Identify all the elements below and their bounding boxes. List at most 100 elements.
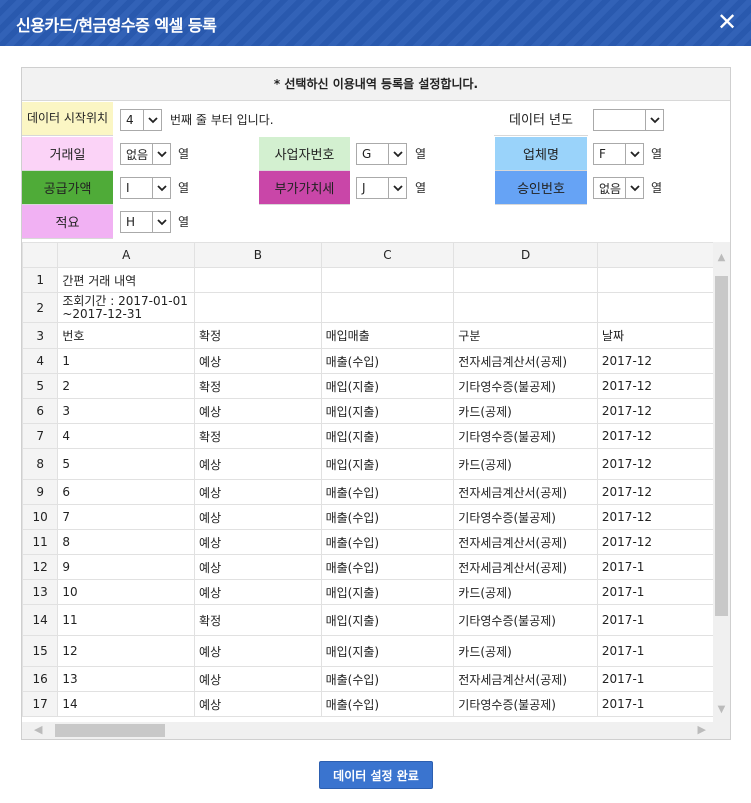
table-cell[interactable]: 카드(공제) (453, 579, 598, 605)
table-cell[interactable]: 7 (57, 504, 196, 530)
table-cell[interactable]: 예상 (194, 479, 322, 505)
row-number[interactable]: 7 (22, 423, 59, 449)
table-cell[interactable] (596, 292, 730, 323)
table-cell[interactable]: 매입(지출) (320, 423, 455, 449)
year-select[interactable] (593, 109, 664, 131)
table-cell[interactable]: 매입(지출) (320, 579, 455, 605)
table-cell[interactable]: 예상 (194, 579, 322, 605)
table-cell[interactable]: 매입(지출) (320, 635, 455, 667)
table-cell[interactable]: 전자세금계산서(공제) (453, 479, 598, 505)
vertical-scrollbar[interactable]: ▲ ▼ (713, 242, 730, 722)
table-cell[interactable]: 예상 (194, 448, 322, 480)
field-select-vendor[interactable]: F (593, 143, 644, 165)
table-cell[interactable]: 전자세금계산서(공제) (453, 529, 598, 555)
table-cell[interactable]: 2017-12 (596, 423, 730, 449)
row-number[interactable]: 13 (22, 579, 59, 605)
table-cell[interactable]: 매입(지출) (320, 448, 455, 480)
scroll-thumb[interactable] (715, 276, 728, 616)
table-cell[interactable]: 예상 (194, 635, 322, 667)
table-cell[interactable] (596, 267, 730, 293)
table-cell[interactable]: 2017-1 (596, 666, 730, 692)
table-cell[interactable] (320, 292, 455, 323)
table-cell[interactable]: 2017-12 (596, 373, 730, 399)
scroll-thumb[interactable] (55, 724, 165, 737)
table-cell[interactable]: 전자세금계산서(공제) (453, 348, 598, 374)
row-number[interactable]: 10 (22, 504, 59, 530)
table-cell[interactable]: 매출(수입) (320, 479, 455, 505)
row-number[interactable]: 9 (22, 479, 59, 505)
table-cell[interactable]: 10 (57, 579, 196, 605)
table-cell[interactable]: 6 (57, 479, 196, 505)
column-header[interactable]: C (320, 242, 455, 268)
table-cell[interactable]: 기타영수증(불공제) (453, 604, 598, 636)
table-cell[interactable]: 매출(수입) (320, 504, 455, 530)
table-cell[interactable]: 2017-12 (596, 529, 730, 555)
table-cell[interactable]: 2017-12 (596, 504, 730, 530)
table-cell[interactable]: 날짜 (596, 322, 730, 349)
table-cell[interactable] (194, 292, 322, 323)
table-cell[interactable]: 확정 (194, 604, 322, 636)
table-cell[interactable]: 예상 (194, 504, 322, 530)
row-number[interactable]: 8 (22, 448, 59, 480)
table-cell[interactable]: 13 (57, 666, 196, 692)
table-cell[interactable]: 8 (57, 529, 196, 555)
table-cell[interactable]: 매출(수입) (320, 529, 455, 555)
table-cell[interactable] (320, 267, 455, 293)
table-cell[interactable]: 2017-12 (596, 348, 730, 374)
done-button[interactable]: 데이터 설정 완료 (319, 761, 433, 789)
table-cell[interactable]: 조회기간 : 2017-01-01 ~2017-12-31 (57, 292, 196, 323)
table-cell[interactable]: 예상 (194, 666, 322, 692)
table-cell[interactable]: 2017-12 (596, 479, 730, 505)
close-icon[interactable]: ✕ (715, 9, 739, 35)
column-header[interactable] (596, 242, 730, 268)
field-select-memo[interactable]: H (120, 211, 171, 233)
table-cell[interactable]: 예상 (194, 554, 322, 580)
table-cell[interactable]: 카드(공제) (453, 635, 598, 667)
table-cell[interactable]: 확정 (194, 322, 322, 349)
column-header[interactable]: D (453, 242, 598, 268)
field-select-date[interactable]: 없음 (120, 143, 171, 165)
table-cell[interactable]: 2017-1 (596, 604, 730, 636)
start-row-select[interactable]: 4 (120, 109, 162, 131)
table-cell[interactable]: 3 (57, 398, 196, 424)
table-cell[interactable]: 9 (57, 554, 196, 580)
table-cell[interactable]: 2017-1 (596, 635, 730, 667)
table-cell[interactable]: 기타영수증(불공제) (453, 504, 598, 530)
row-number[interactable]: 11 (22, 529, 59, 555)
table-cell[interactable]: 11 (57, 604, 196, 636)
table-cell[interactable]: 2017-1 (596, 691, 730, 717)
table-cell[interactable]: 14 (57, 691, 196, 717)
table-cell[interactable]: 매출(수입) (320, 348, 455, 374)
horizontal-scrollbar[interactable]: ◀ ▶ (22, 722, 730, 739)
row-number[interactable]: 12 (22, 554, 59, 580)
table-cell[interactable]: 매출(수입) (320, 691, 455, 717)
field-select-bizno[interactable]: G (356, 143, 407, 165)
field-select-approval[interactable]: 없음 (593, 177, 644, 199)
row-number[interactable]: 5 (22, 373, 59, 399)
field-select-supply[interactable]: I (120, 177, 171, 199)
table-cell[interactable]: 간편 거래 내역 (57, 267, 196, 293)
table-cell[interactable]: 매입매출 (320, 322, 455, 349)
column-header[interactable]: B (194, 242, 322, 268)
table-cell[interactable]: 기타영수증(불공제) (453, 691, 598, 717)
table-cell[interactable] (453, 292, 598, 323)
column-header[interactable]: A (57, 242, 196, 268)
row-number[interactable]: 1 (22, 267, 59, 293)
table-cell[interactable]: 확정 (194, 373, 322, 399)
table-cell[interactable]: 매출(수입) (320, 554, 455, 580)
table-cell[interactable]: 예상 (194, 348, 322, 374)
table-cell[interactable]: 매입(지출) (320, 398, 455, 424)
row-number[interactable]: 2 (22, 292, 59, 323)
chevron-down-icon[interactable]: ▼ (713, 704, 730, 718)
table-cell[interactable]: 예상 (194, 529, 322, 555)
table-cell[interactable]: 매출(수입) (320, 666, 455, 692)
table-cell[interactable]: 전자세금계산서(공제) (453, 554, 598, 580)
table-cell[interactable]: 1 (57, 348, 196, 374)
table-cell[interactable]: 매입(지출) (320, 604, 455, 636)
table-cell[interactable]: 기타영수증(불공제) (453, 373, 598, 399)
table-cell[interactable]: 확정 (194, 423, 322, 449)
table-cell[interactable]: 기타영수증(불공제) (453, 423, 598, 449)
table-cell[interactable]: 예상 (194, 398, 322, 424)
table-cell[interactable]: 매입(지출) (320, 373, 455, 399)
row-number[interactable]: 3 (22, 322, 59, 349)
